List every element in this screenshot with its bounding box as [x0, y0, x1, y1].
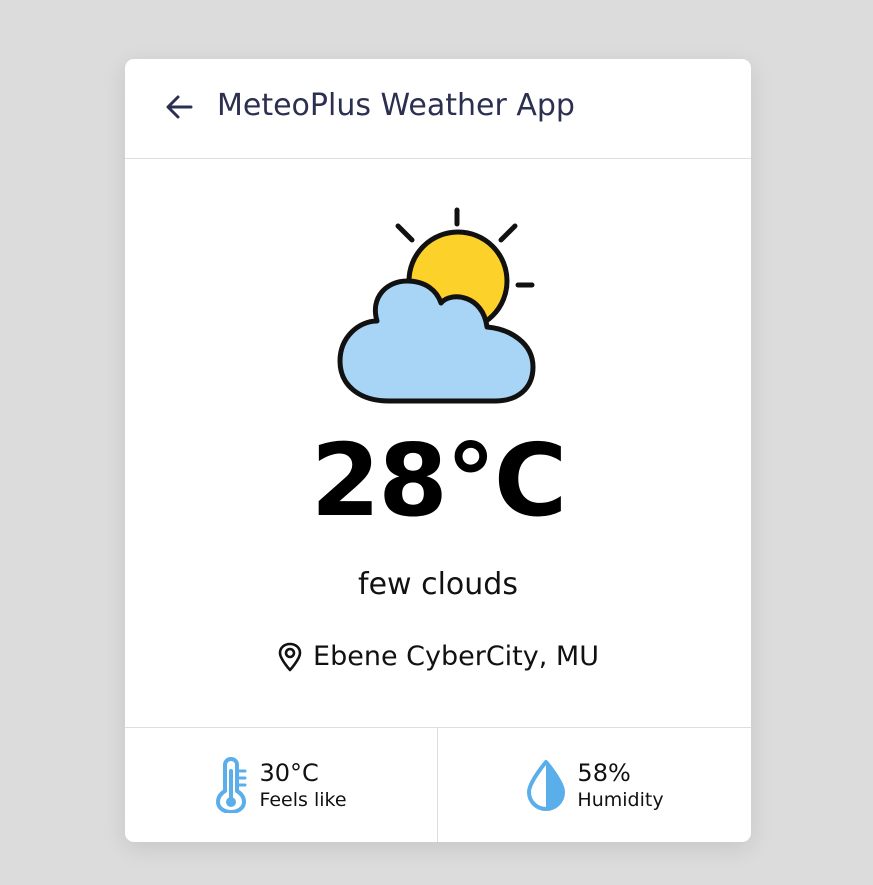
location-name: Ebene CyberCity, MU — [313, 641, 599, 672]
stats-row: 30°C Feels like 58% Humidity — [125, 727, 751, 842]
feels-like-label: Feels like — [259, 789, 347, 811]
humidity-stat: 58% Humidity — [438, 728, 751, 842]
feels-like-text: 30°C Feels like — [259, 758, 346, 812]
header: MeteoPlus Weather App — [125, 59, 751, 159]
humidity-value: 58% — [577, 759, 631, 787]
humidity-text: 58% Humidity — [577, 758, 663, 812]
partly-cloudy-icon — [337, 207, 536, 404]
temperature: 28°C — [310, 422, 568, 539]
map-pin-icon — [278, 642, 302, 672]
water-drop-icon — [527, 760, 566, 811]
feels-like-stat: 30°C Feels like — [125, 728, 438, 842]
thermometer-icon — [216, 757, 247, 813]
weather-description: few clouds — [358, 567, 518, 602]
feels-like-value: 30°C — [259, 759, 319, 787]
weather-card: MeteoPlus Weather App 28°C few clouds Eb… — [125, 59, 751, 842]
app-title: MeteoPlus Weather App — [217, 88, 575, 123]
back-button[interactable] — [161, 89, 197, 125]
arrow-left-icon — [166, 95, 193, 119]
humidity-label: Humidity — [577, 789, 664, 811]
location: Ebene CyberCity, MU — [125, 639, 751, 675]
